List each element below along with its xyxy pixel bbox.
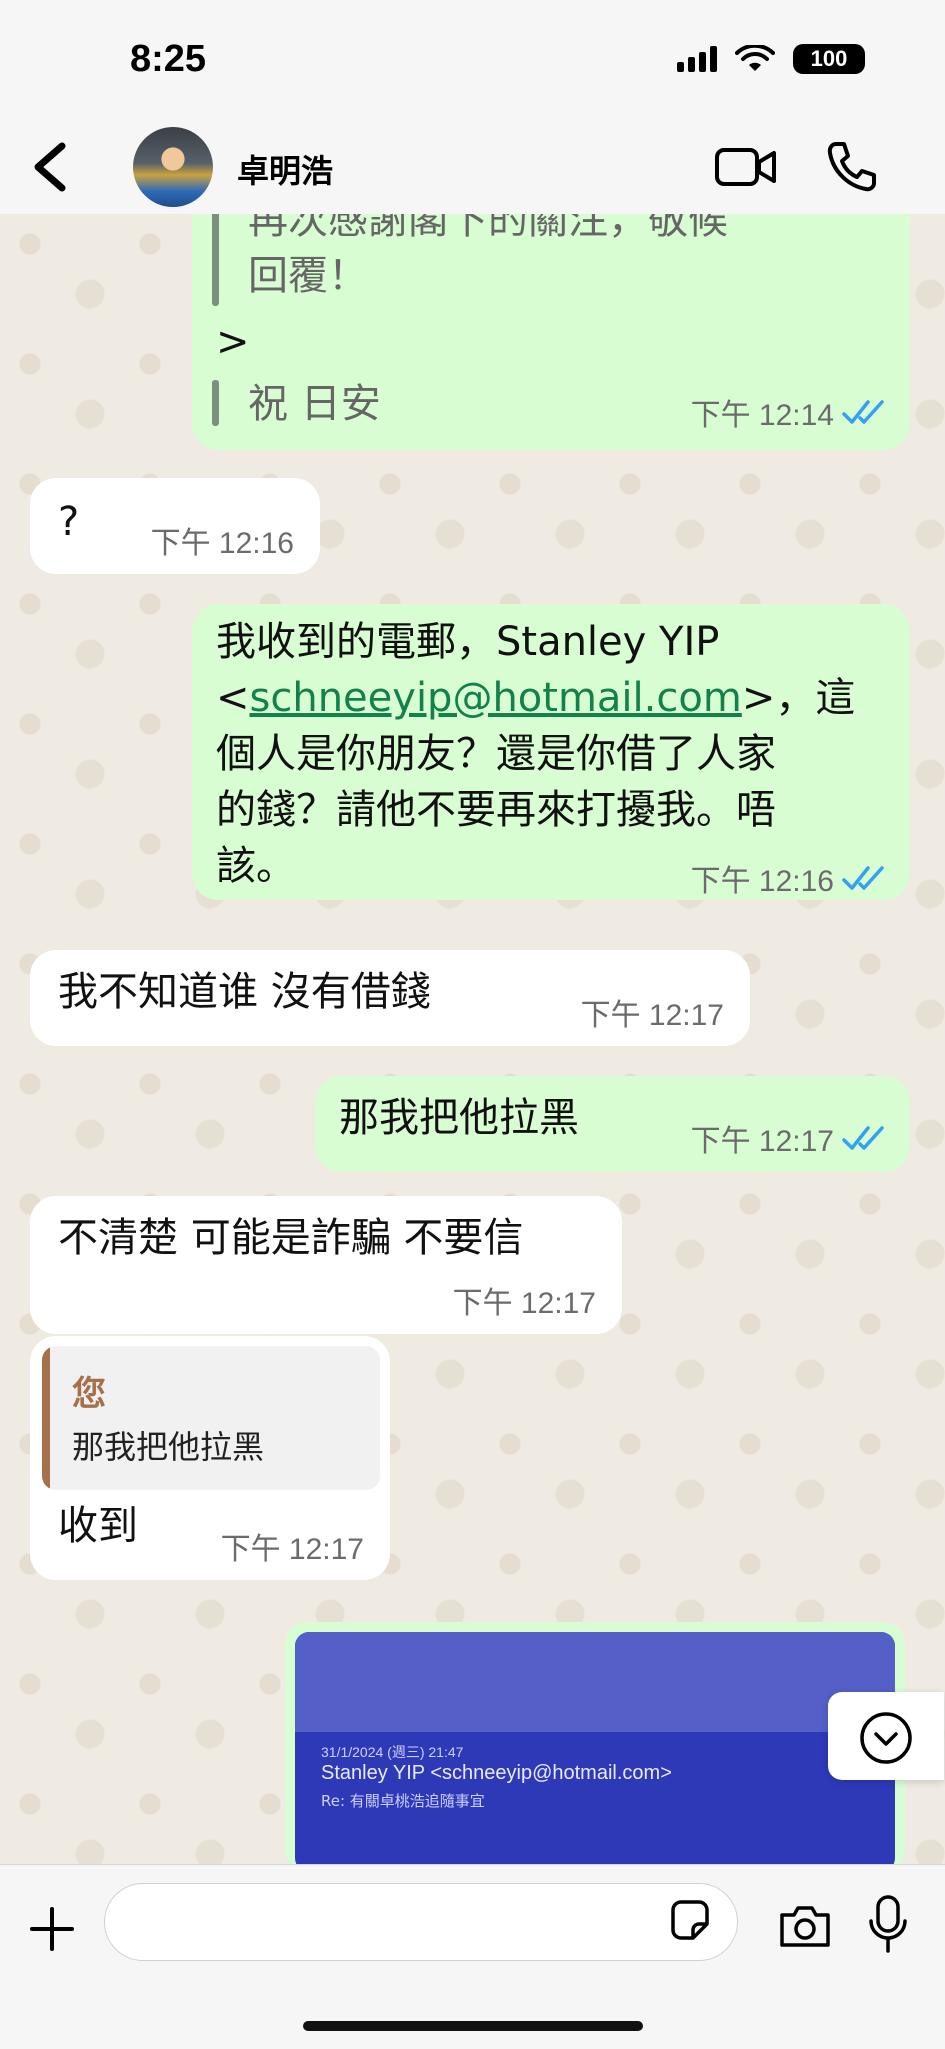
message-time: 下午 12:17 <box>580 999 724 1032</box>
message-bubble-outgoing[interactable]: 再次感謝閣下的關注，敬候 回覆！ > 祝 日安 下午 12:14 <box>192 214 910 450</box>
message-meta: 下午 12:14 <box>691 390 886 434</box>
message-text: 我不知道谁 沒有借錢 <box>58 969 431 1015</box>
message-time: 下午 12:16 <box>150 527 294 560</box>
back-arrow-icon[interactable] <box>22 132 82 202</box>
double-check-icon <box>842 1126 884 1150</box>
quote-bar <box>212 214 219 306</box>
plus-icon[interactable] <box>24 1901 80 1957</box>
message-text: 不清楚 可能是詐騙 不要信 <box>58 1215 524 1261</box>
reply-text: 那我把他拉黑 <box>72 1428 265 1466</box>
chat-area[interactable]: 再次感謝閣下的關注，敬候 回覆！ > 祝 日安 下午 12:14 ? 下午 12… <box>0 214 945 1864</box>
reply-accent-bar <box>42 1346 50 1490</box>
image-email-sender: Stanley YIP <schneeyip@hotmail.com> <box>321 1762 672 1784</box>
email-suffix: >，這 <box>741 675 856 721</box>
image-message[interactable]: 31/1/2024 (週三) 21:47 Stanley YIP <schnee… <box>285 1622 905 1864</box>
scroll-to-bottom-button[interactable] <box>828 1692 944 1780</box>
message-composer <box>0 1864 945 2049</box>
message-meta: 下午 12:16 <box>691 856 886 900</box>
chat-header: 卓明浩 <box>0 122 945 215</box>
message-time: 下午 12:17 <box>452 1287 596 1320</box>
message-text: 那我把他拉黑 <box>339 1095 579 1141</box>
message-meta: 下午 12:17 <box>581 990 724 1034</box>
email-screenshot-image[interactable]: 31/1/2024 (週三) 21:47 Stanley YIP <schnee… <box>295 1632 895 1864</box>
video-call-icon[interactable] <box>714 140 778 194</box>
contact-name[interactable]: 卓明浩 <box>237 146 333 192</box>
message-text: 回覆！ <box>248 253 368 299</box>
message-meta: 下午 12:17 <box>453 1278 596 1322</box>
message-text: 我收到的電郵，Stanley YIP <box>216 619 720 665</box>
message-bubble-incoming[interactable]: ? 下午 12:16 <box>30 478 320 574</box>
message-meta: 下午 12:17 <box>691 1116 886 1160</box>
sticker-icon[interactable] <box>665 1896 715 1946</box>
message-bubble-incoming[interactable]: 我不知道谁 沒有借錢 下午 12:17 <box>30 950 750 1046</box>
message-text: 祝 日安 <box>248 381 381 427</box>
chevron-down-icon <box>860 1712 912 1764</box>
message-text: 的錢？請他不要再來打擾我。唔 <box>216 787 776 833</box>
message-text: 個人是你朋友？還是你借了人家 <box>216 731 776 777</box>
status-bar: 8:25 100 <box>0 0 945 122</box>
message-text: 再次感謝閣下的關注，敬候 <box>248 214 728 243</box>
message-input[interactable] <box>104 1883 738 1961</box>
message-meta: 下午 12:17 <box>221 1524 364 1568</box>
message-time: 下午 12:17 <box>690 1125 834 1158</box>
image-email-subject: Re: 有關卓桃浩追隨事宜 <box>321 1792 485 1810</box>
reply-author: 您 <box>72 1374 106 1414</box>
home-indicator <box>303 2021 643 2031</box>
status-time: 8:25 <box>130 38 207 80</box>
message-meta: 下午 12:16 <box>151 518 294 562</box>
double-check-icon <box>842 866 884 890</box>
quote-bar <box>212 380 219 426</box>
phone-icon[interactable] <box>824 138 880 194</box>
cellular-signal-icon <box>677 46 717 72</box>
message-time: 下午 12:16 <box>690 865 834 898</box>
status-icons: 100 <box>677 44 865 74</box>
contact-avatar[interactable] <box>133 127 213 207</box>
email-bracket: < <box>216 675 250 721</box>
message-text: ? <box>58 499 80 545</box>
image-toolbar-area <box>295 1632 895 1732</box>
message-text: 該。 <box>216 843 296 889</box>
image-email-date: 31/1/2024 (週三) 21:47 <box>321 1744 464 1760</box>
quoted-reply[interactable]: 您 那我把他拉黑 <box>42 1346 380 1490</box>
message-bubble-outgoing[interactable]: 那我把他拉黑 下午 12:17 <box>315 1076 910 1172</box>
message-text: 收到 <box>58 1503 138 1549</box>
battery-indicator: 100 <box>793 44 865 74</box>
message-bubble-incoming[interactable]: 不清楚 可能是詐騙 不要信 下午 12:17 <box>30 1196 622 1334</box>
message-bubble-outgoing[interactable]: 我收到的電郵，Stanley YIP <schneeyip@hotmail.co… <box>192 604 910 900</box>
message-time: 下午 12:17 <box>220 1533 364 1566</box>
email-link[interactable]: schneeyip@hotmail.com <box>250 675 742 721</box>
mic-icon[interactable] <box>866 1893 910 1955</box>
message-time: 下午 12:14 <box>690 399 834 432</box>
double-check-icon <box>842 400 884 424</box>
message-text: <schneeyip@hotmail.com>，這 <box>216 670 855 726</box>
wifi-icon <box>735 45 775 71</box>
message-text: > <box>216 319 250 365</box>
camera-icon[interactable] <box>776 1901 834 1951</box>
